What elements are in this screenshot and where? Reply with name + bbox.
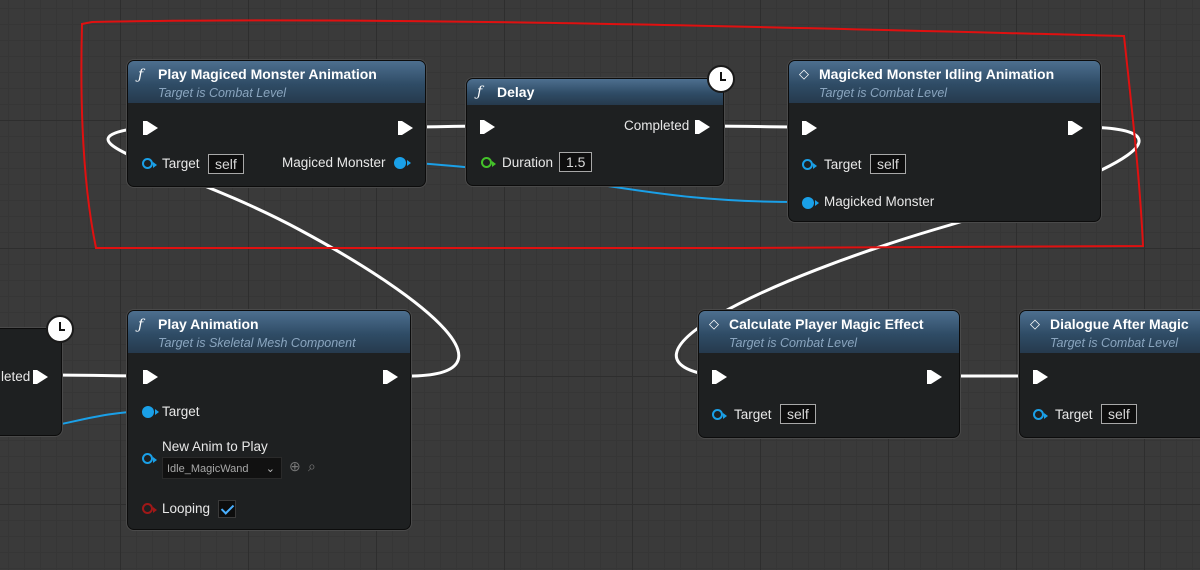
magicked-monster-pin[interactable] [802, 197, 819, 209]
node-play-magiced-monster-animation[interactable]: ƒ Play Magiced Monster Animation Target … [127, 60, 426, 187]
node-title: Delay [497, 84, 535, 100]
node-subtitle: Target is Combat Level [729, 336, 858, 350]
node-header[interactable]: ƒ Play Animation Target is Skeletal Mesh… [128, 311, 410, 353]
target-label: Target [1055, 407, 1093, 422]
new-anim-label: New Anim to Play [162, 439, 268, 454]
target-value-field[interactable]: self [1101, 404, 1137, 424]
node-header[interactable]: ƒ Play Magiced Monster Animation Target … [128, 61, 425, 103]
completed-exec-pin[interactable] [695, 120, 710, 134]
target-label: Target [162, 156, 200, 171]
node-title: Play Magiced Monster Animation [158, 66, 377, 82]
target-label: Target [162, 404, 200, 419]
target-pin[interactable] [142, 158, 157, 169]
duration-value-field[interactable]: 1.5 [559, 152, 593, 172]
node-title: Calculate Player Magic Effect [729, 316, 924, 332]
target-label: Target [824, 157, 862, 172]
add-circle-icon[interactable]: ⊕ [289, 458, 301, 475]
node-partial-left[interactable]: leted [0, 328, 62, 436]
exec-in-pin[interactable] [143, 121, 158, 135]
exec-in-pin[interactable] [143, 370, 158, 384]
node-magicked-monster-idling-animation[interactable]: ◇ Magicked Monster Idling Animation Targ… [788, 60, 1101, 222]
node-subtitle: Target is Combat Level [1050, 336, 1179, 350]
looping-pin[interactable] [142, 503, 157, 514]
node-header[interactable]: ◇ Magicked Monster Idling Animation Targ… [789, 61, 1100, 103]
exec-out-pin[interactable] [383, 370, 398, 384]
anim-asset-value: Idle_MagicWand [167, 463, 249, 475]
target-pin[interactable] [142, 406, 159, 418]
exec-in-pin[interactable] [712, 370, 727, 384]
target-pin[interactable] [1033, 409, 1048, 420]
node-title: Magicked Monster Idling Animation [819, 66, 1055, 82]
latent-clock-icon [46, 315, 74, 343]
node-subtitle: Target is Combat Level [819, 86, 948, 100]
event-icon: ◇ [709, 317, 719, 332]
target-pin[interactable] [802, 159, 817, 170]
node-dialogue-after-magic[interactable]: ◇ Dialogue After Magic Target is Combat … [1019, 310, 1200, 438]
exec-in-pin[interactable] [802, 121, 817, 135]
completed-exec-pin[interactable] [33, 370, 48, 384]
completed-label: leted [1, 369, 31, 384]
duration-pin[interactable] [481, 157, 496, 168]
node-title: Dialogue After Magic [1050, 316, 1189, 332]
node-calculate-player-magic-effect[interactable]: ◇ Calculate Player Magic Effect Target i… [698, 310, 960, 438]
looping-checkbox[interactable] [218, 500, 236, 518]
exec-out-pin[interactable] [927, 370, 942, 384]
exec-out-pin[interactable] [1068, 121, 1083, 135]
node-header[interactable]: ƒ Delay [467, 79, 723, 105]
search-icon[interactable]: ⌕ [308, 458, 316, 475]
latent-clock-icon [707, 65, 735, 93]
completed-label: Completed [624, 118, 690, 133]
target-pin[interactable] [712, 409, 727, 420]
target-label: Target [734, 407, 772, 422]
event-icon: ◇ [799, 67, 809, 82]
magiced-monster-label: Magiced Monster [282, 155, 386, 170]
target-value-field[interactable]: self [208, 154, 244, 174]
function-icon: ƒ [138, 317, 144, 333]
chevron-down-icon: ⌄ [265, 463, 275, 475]
node-title: Play Animation [158, 316, 259, 332]
magiced-monster-pin[interactable] [394, 157, 411, 169]
exec-in-pin[interactable] [480, 120, 495, 134]
anim-asset-dropdown[interactable]: Idle_MagicWand ⌄ [162, 457, 282, 479]
magicked-monster-label: Magicked Monster [824, 194, 935, 209]
exec-in-pin[interactable] [1033, 370, 1048, 384]
node-play-animation[interactable]: ƒ Play Animation Target is Skeletal Mesh… [127, 310, 411, 530]
target-value-field[interactable]: self [870, 154, 906, 174]
new-anim-pin[interactable] [142, 453, 157, 464]
node-header[interactable]: ◇ Dialogue After Magic Target is Combat … [1020, 311, 1200, 353]
node-delay[interactable]: ƒ Delay Completed Duration 1.5 [466, 78, 724, 186]
target-value-field[interactable]: self [780, 404, 816, 424]
function-icon: ƒ [477, 84, 483, 100]
node-header[interactable]: ◇ Calculate Player Magic Effect Target i… [699, 311, 959, 353]
function-icon: ƒ [138, 67, 144, 83]
exec-out-pin[interactable] [398, 121, 413, 135]
event-icon: ◇ [1030, 317, 1040, 332]
node-subtitle: Target is Combat Level [158, 86, 287, 100]
node-subtitle: Target is Skeletal Mesh Component [158, 336, 356, 350]
looping-label: Looping [162, 501, 211, 516]
duration-label: Duration [502, 155, 554, 170]
